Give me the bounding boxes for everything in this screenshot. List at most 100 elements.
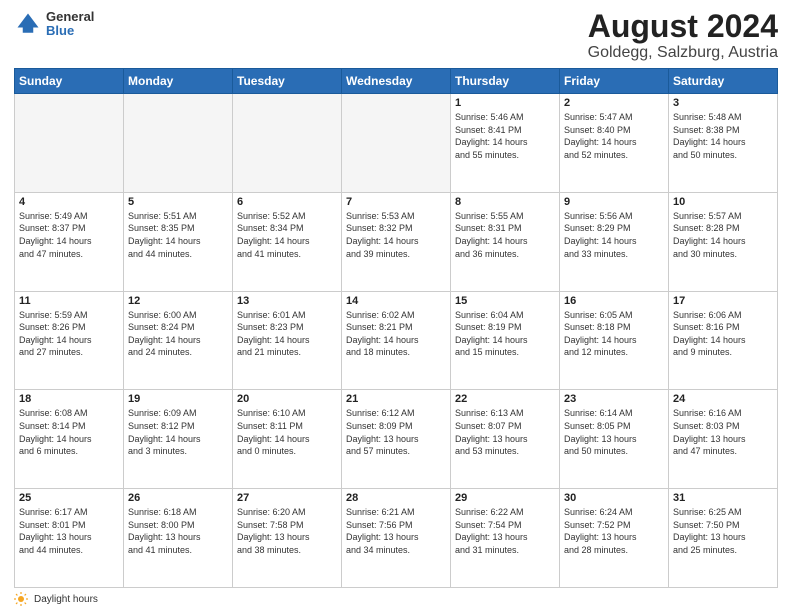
day-number: 19 (128, 393, 228, 405)
day-info: Sunrise: 6:12 AM Sunset: 8:09 PM Dayligh… (346, 407, 446, 457)
day-number: 10 (673, 196, 773, 208)
calendar-cell: 15 Sunrise: 6:04 AM Sunset: 8:19 PM Dayli… (451, 291, 560, 390)
calendar-cell: 9 Sunrise: 5:56 AM Sunset: 8:29 PM Daylig… (560, 192, 669, 291)
col-header-saturday: Saturday (669, 69, 778, 94)
day-number: 4 (19, 196, 119, 208)
calendar-cell: 10Sunrise: 5:57 AM Sunset: 8:28 PM Dayli… (669, 192, 778, 291)
day-info: Sunrise: 5:53 AM Sunset: 8:32 PM Dayligh… (346, 210, 446, 260)
calendar-cell: 14Sunrise: 6:02 AM Sunset: 8:21 PM Dayli… (342, 291, 451, 390)
title-block: August 2024 Goldegg, Salzburg, Austria (588, 10, 778, 62)
calendar-cell: 7Sunrise: 5:53 AM Sunset: 8:32 PM Daylig… (342, 192, 451, 291)
calendar-cell: 22 Sunrise: 6:13 AM Sunset: 8:07 PM Dayli… (451, 390, 560, 489)
day-number: 26 (128, 492, 228, 504)
calendar-cell: 31 Sunrise: 6:25 AM Sunset: 7:50 PM Dayli… (669, 489, 778, 588)
page: General Blue August 2024 Goldegg, Salzbu… (0, 0, 792, 612)
day-number: 11 (19, 295, 119, 307)
day-number: 5 (128, 196, 228, 208)
col-header-sunday: Sunday (15, 69, 124, 94)
calendar-title: August 2024 (588, 10, 778, 42)
day-number: 1 (455, 97, 555, 109)
calendar-cell: 5Sunrise: 5:51 AM Sunset: 8:35 PM Daylig… (124, 192, 233, 291)
week-row-3: 11Sunrise: 5:59 AM Sunset: 8:26 PM Dayli… (15, 291, 778, 390)
day-number: 30 (564, 492, 664, 504)
logo: General Blue (14, 10, 94, 39)
day-info: Sunrise: 6:22 AM Sunset: 7:54 PM Dayligh… (455, 506, 555, 556)
header: General Blue August 2024 Goldegg, Salzbu… (14, 10, 778, 62)
day-info: Sunrise: 6:01 AM Sunset: 8:23 PM Dayligh… (237, 309, 337, 359)
calendar-cell: 26 Sunrise: 6:18 AM Sunset: 8:00 PM Dayli… (124, 489, 233, 588)
day-number: 9 (564, 196, 664, 208)
calendar-cell: 18 Sunrise: 6:08 AM Sunset: 8:14 PM Dayli… (15, 390, 124, 489)
day-number: 31 (673, 492, 773, 504)
calendar-cell (233, 94, 342, 193)
day-number: 27 (237, 492, 337, 504)
week-row-2: 4 Sunrise: 5:49 AM Sunset: 8:37 PM Daylig… (15, 192, 778, 291)
sun-icon (14, 592, 28, 606)
calendar-cell: 11Sunrise: 5:59 AM Sunset: 8:26 PM Dayli… (15, 291, 124, 390)
calendar-cell: 21 Sunrise: 6:12 AM Sunset: 8:09 PM Dayli… (342, 390, 451, 489)
day-info: Sunrise: 6:25 AM Sunset: 7:50 PM Dayligh… (673, 506, 773, 556)
calendar-cell: 24Sunrise: 6:16 AM Sunset: 8:03 PM Dayli… (669, 390, 778, 489)
day-number: 13 (237, 295, 337, 307)
day-number: 22 (455, 393, 555, 405)
day-info: Sunrise: 6:21 AM Sunset: 7:56 PM Dayligh… (346, 506, 446, 556)
day-info: Sunrise: 6:14 AM Sunset: 8:05 PM Dayligh… (564, 407, 664, 457)
day-number: 18 (19, 393, 119, 405)
calendar-cell: 16Sunrise: 6:05 AM Sunset: 8:18 PM Dayli… (560, 291, 669, 390)
col-header-monday: Monday (124, 69, 233, 94)
day-number: 25 (19, 492, 119, 504)
day-info: Sunrise: 6:04 AM Sunset: 8:19 PM Dayligh… (455, 309, 555, 359)
week-row-4: 18 Sunrise: 6:08 AM Sunset: 8:14 PM Dayli… (15, 390, 778, 489)
day-info: Sunrise: 5:47 AM Sunset: 8:40 PM Dayligh… (564, 111, 664, 161)
calendar-cell (342, 94, 451, 193)
calendar-table: SundayMondayTuesdayWednesdayThursdayFrid… (14, 68, 778, 588)
calendar-cell: 30Sunrise: 6:24 AM Sunset: 7:52 PM Dayli… (560, 489, 669, 588)
footer: Daylight hours (14, 592, 778, 606)
day-number: 14 (346, 295, 446, 307)
day-number: 2 (564, 97, 664, 109)
week-row-5: 25Sunrise: 6:17 AM Sunset: 8:01 PM Dayli… (15, 489, 778, 588)
col-header-thursday: Thursday (451, 69, 560, 94)
calendar-cell: 6 Sunrise: 5:52 AM Sunset: 8:34 PM Daylig… (233, 192, 342, 291)
day-info: Sunrise: 5:49 AM Sunset: 8:37 PM Dayligh… (19, 210, 119, 260)
week-row-1: 1 Sunrise: 5:46 AM Sunset: 8:41 PM Daylig… (15, 94, 778, 193)
calendar-cell: 27 Sunrise: 6:20 AM Sunset: 7:58 PM Dayli… (233, 489, 342, 588)
day-info: Sunrise: 5:56 AM Sunset: 8:29 PM Dayligh… (564, 210, 664, 260)
day-info: Sunrise: 5:48 AM Sunset: 8:38 PM Dayligh… (673, 111, 773, 161)
calendar-cell: 29 Sunrise: 6:22 AM Sunset: 7:54 PM Dayli… (451, 489, 560, 588)
day-info: Sunrise: 5:46 AM Sunset: 8:41 PM Dayligh… (455, 111, 555, 161)
day-info: Sunrise: 6:13 AM Sunset: 8:07 PM Dayligh… (455, 407, 555, 457)
day-info: Sunrise: 5:52 AM Sunset: 8:34 PM Dayligh… (237, 210, 337, 260)
col-header-tuesday: Tuesday (233, 69, 342, 94)
calendar-location: Goldegg, Salzburg, Austria (588, 44, 778, 62)
day-number: 29 (455, 492, 555, 504)
logo-text: General Blue (46, 10, 94, 39)
day-number: 15 (455, 295, 555, 307)
day-number: 16 (564, 295, 664, 307)
calendar-cell: 17 Sunrise: 6:06 AM Sunset: 8:16 PM Dayli… (669, 291, 778, 390)
day-info: Sunrise: 5:55 AM Sunset: 8:31 PM Dayligh… (455, 210, 555, 260)
day-info: Sunrise: 6:20 AM Sunset: 7:58 PM Dayligh… (237, 506, 337, 556)
day-info: Sunrise: 6:09 AM Sunset: 8:12 PM Dayligh… (128, 407, 228, 457)
day-number: 21 (346, 393, 446, 405)
day-info: Sunrise: 6:18 AM Sunset: 8:00 PM Dayligh… (128, 506, 228, 556)
logo-general-text: General (46, 10, 94, 24)
day-number: 12 (128, 295, 228, 307)
day-number: 6 (237, 196, 337, 208)
calendar-cell: 19 Sunrise: 6:09 AM Sunset: 8:12 PM Dayli… (124, 390, 233, 489)
calendar-cell: 20 Sunrise: 6:10 AM Sunset: 8:11 PM Dayli… (233, 390, 342, 489)
header-row: SundayMondayTuesdayWednesdayThursdayFrid… (15, 69, 778, 94)
daylight-label: Daylight hours (34, 594, 98, 605)
calendar-cell: 13 Sunrise: 6:01 AM Sunset: 8:23 PM Dayli… (233, 291, 342, 390)
calendar-cell: 3Sunrise: 5:48 AM Sunset: 8:38 PM Daylig… (669, 94, 778, 193)
day-number: 20 (237, 393, 337, 405)
col-header-wednesday: Wednesday (342, 69, 451, 94)
calendar-cell (124, 94, 233, 193)
day-number: 17 (673, 295, 773, 307)
calendar-cell: 12Sunrise: 6:00 AM Sunset: 8:24 PM Dayli… (124, 291, 233, 390)
logo-blue-text: Blue (46, 24, 94, 38)
day-info: Sunrise: 6:06 AM Sunset: 8:16 PM Dayligh… (673, 309, 773, 359)
day-info: Sunrise: 6:10 AM Sunset: 8:11 PM Dayligh… (237, 407, 337, 457)
day-info: Sunrise: 6:08 AM Sunset: 8:14 PM Dayligh… (19, 407, 119, 457)
calendar-cell: 1 Sunrise: 5:46 AM Sunset: 8:41 PM Daylig… (451, 94, 560, 193)
